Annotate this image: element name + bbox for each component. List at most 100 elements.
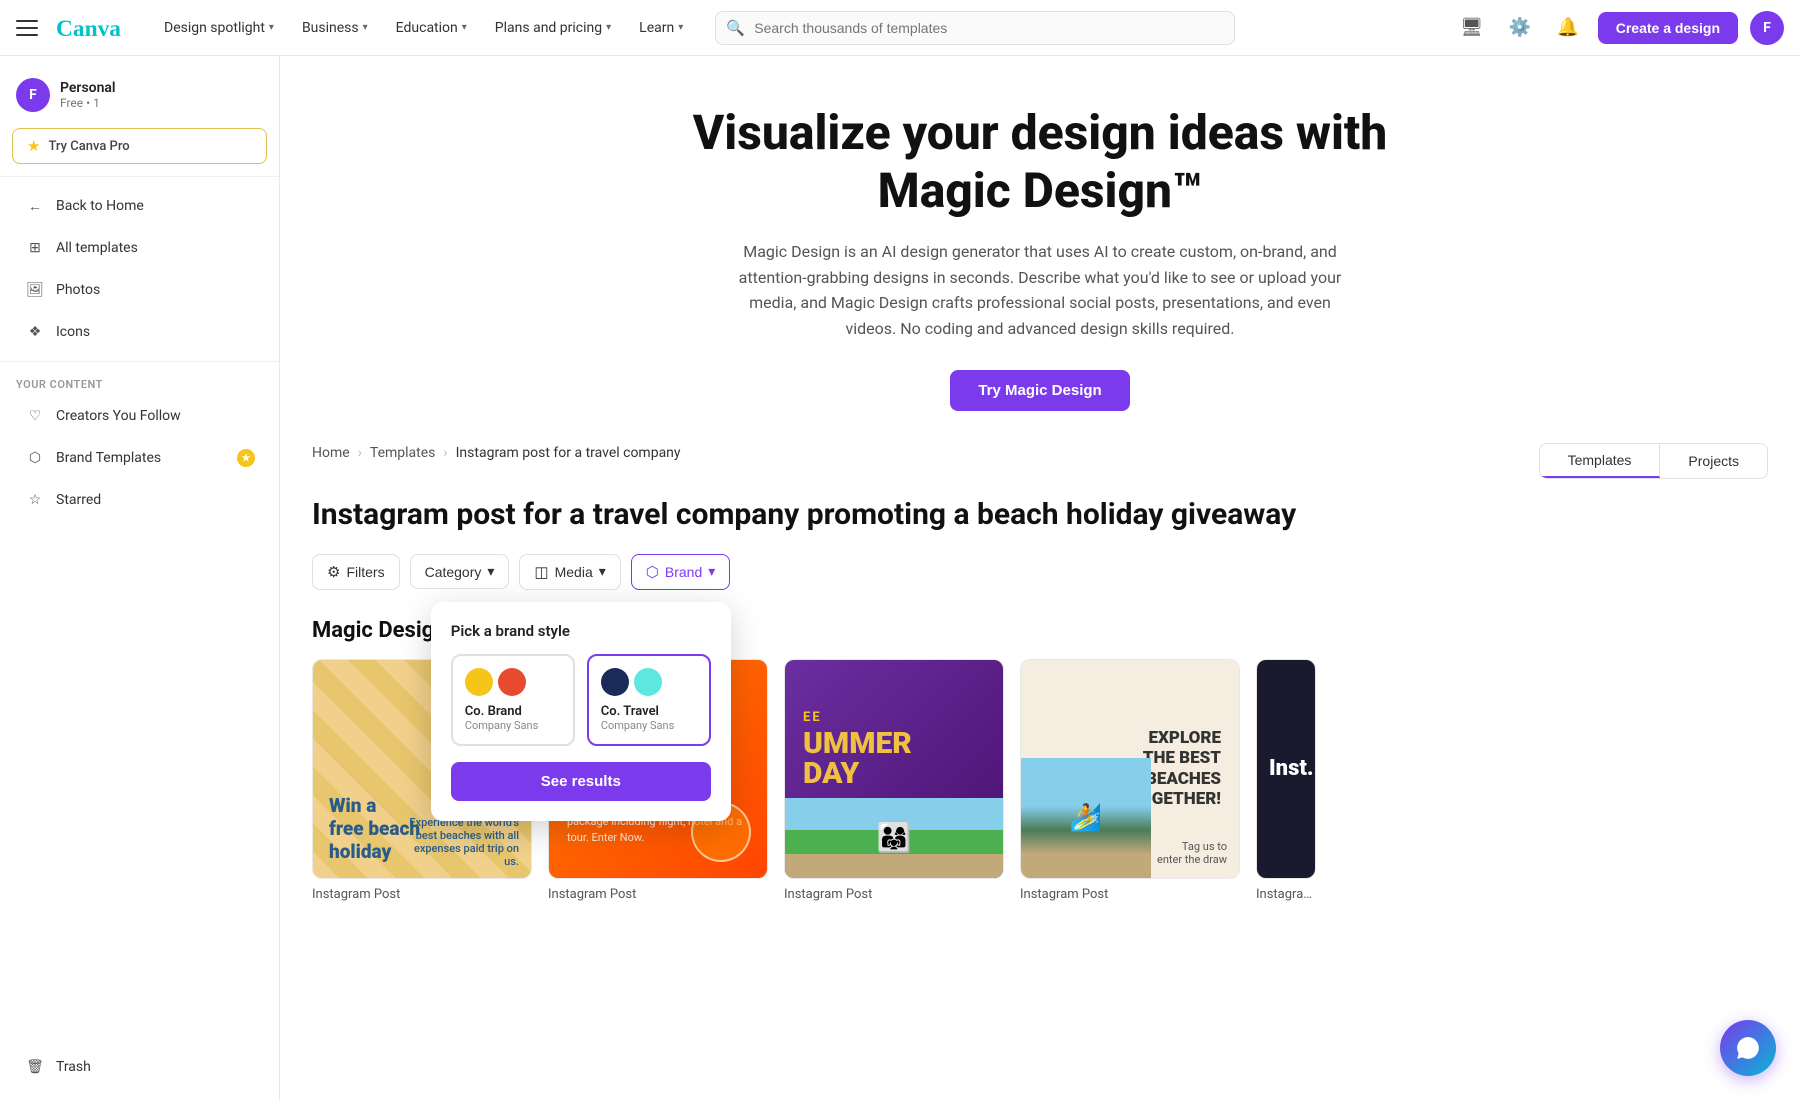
brand-option-cotravel[interactable]: Co. Travel Company Sans	[587, 654, 711, 746]
chevron-down-icon: ▾	[678, 22, 683, 33]
swatch-navy	[601, 668, 629, 696]
canva-logo[interactable]: Canva	[56, 14, 128, 42]
star-icon: ☆	[24, 489, 46, 511]
monitor-icon-btn[interactable]: 🖥	[1454, 10, 1490, 46]
template-card-3[interactable]: EE UMMERDAY EXPERIENCE THE PERFECT SUMME…	[784, 659, 1004, 902]
nav-education[interactable]: Education ▾	[384, 14, 479, 42]
template-card-label-1: Instagram Post	[312, 887, 532, 902]
sidebar-label-all-templates: All templates	[56, 240, 138, 256]
nav-plans[interactable]: Plans and pricing ▾	[483, 14, 623, 42]
brand-filter-icon: ⬡	[646, 563, 659, 581]
sidebar-label-brand-templates: Brand Templates	[56, 450, 161, 466]
template-card-img-3: EE UMMERDAY EXPERIENCE THE PERFECT SUMME…	[784, 659, 1004, 879]
sidebar-user-info: Personal Free • 1	[60, 80, 116, 110]
brand-option-cotravel-font: Company Sans	[601, 719, 697, 732]
try-canva-pro-button[interactable]: ★ Try Canva Pro	[12, 128, 267, 164]
nav-business[interactable]: Business ▾	[290, 14, 380, 42]
template-card-label-2: Instagram Post	[548, 887, 768, 902]
template-card-label-5: Instagram Post	[1256, 887, 1316, 902]
sidebar-item-icons[interactable]: ❖ Icons	[8, 312, 271, 352]
breadcrumb-sep-2: ›	[443, 445, 447, 461]
photo-icon: 🖼	[24, 279, 46, 301]
nav-learn[interactable]: Learn ▾	[627, 14, 695, 42]
chevron-down-icon: ▾	[708, 563, 715, 580]
template-card-img-5: Inst...	[1256, 659, 1316, 879]
media-button[interactable]: ◫ Media ▾	[519, 554, 620, 590]
sidebar-item-back-home[interactable]: ← Back to Home	[8, 186, 271, 226]
filter-bar: ⚙ Filters Category ▾ ◫ Media ▾ ⬡ Brand	[312, 554, 1768, 590]
chevron-down-icon: ▾	[462, 22, 467, 33]
template-card-img-4: EXPLORETHE BESTBEACHESTOGETHER! Tag us t…	[1020, 659, 1240, 879]
breadcrumb-sep-1: ›	[358, 445, 362, 461]
sidebar-item-all-templates[interactable]: ⊞ All templates	[8, 228, 271, 268]
brand-icon: ⬡	[24, 447, 46, 469]
template-card-4[interactable]: EXPLORETHE BESTBEACHESTOGETHER! Tag us t…	[1020, 659, 1240, 902]
sidebar-item-brand-templates[interactable]: ⬡ Brand Templates ★	[8, 438, 271, 478]
brand-option-cotravel-name: Co. Travel	[601, 704, 697, 719]
sidebar-label-starred: Starred	[56, 492, 101, 508]
breadcrumb-home[interactable]: Home	[312, 445, 350, 461]
hamburger-menu[interactable]	[16, 14, 44, 42]
avatar[interactable]: F	[1750, 11, 1784, 45]
breadcrumb-current: Instagram post for a travel company	[456, 445, 681, 461]
sidebar-item-starred[interactable]: ☆ Starred	[8, 480, 271, 520]
media-icon: ◫	[534, 563, 548, 581]
nav-links: Design spotlight ▾ Business ▾ Education …	[152, 14, 695, 42]
template-card-5[interactable]: Inst... Instagram Post	[1256, 659, 1316, 902]
category-button[interactable]: Category ▾	[410, 554, 510, 589]
brand-dropdown: Pick a brand style Co. Brand Company San…	[431, 602, 731, 821]
swatch-red	[498, 668, 526, 696]
try-magic-design-button[interactable]: Try Magic Design	[950, 370, 1129, 411]
hero-description: Magic Design is an AI design generator t…	[730, 239, 1350, 341]
heart-icon: ♡	[24, 405, 46, 427]
sidebar-label-back: Back to Home	[56, 198, 144, 214]
chevron-down-icon: ▾	[599, 563, 606, 580]
sidebar-label-trash: Trash	[56, 1059, 91, 1075]
templates-area: Home › Templates › Instagram post for a …	[280, 443, 1800, 934]
tab-templates[interactable]: Templates	[1540, 444, 1661, 478]
sidebar-avatar: F	[16, 78, 50, 112]
top-nav: Canva Design spotlight ▾ Business ▾ Educ…	[0, 0, 1800, 56]
swatch-teal	[634, 668, 662, 696]
hero-section: Visualize your design ideas with Magic D…	[280, 56, 1800, 443]
breadcrumb-templates[interactable]: Templates	[370, 445, 436, 461]
template-card-label-3: Instagram Post	[784, 887, 1004, 902]
sidebar-divider-2	[0, 361, 279, 362]
brand-swatches-cobrand	[465, 668, 561, 696]
chevron-down-icon: ▾	[606, 22, 611, 33]
tab-projects[interactable]: Projects	[1660, 444, 1767, 478]
brand-templates-badge: ★	[237, 449, 255, 467]
tab-group: Templates Projects	[1539, 443, 1768, 479]
svg-text:Canva: Canva	[56, 16, 121, 42]
sidebar-item-photos[interactable]: 🖼 Photos	[8, 270, 271, 310]
filters-button[interactable]: ⚙ Filters	[312, 554, 400, 590]
settings-icon-btn[interactable]: ⚙️	[1502, 10, 1538, 46]
app-body: F Personal Free • 1 ★ Try Canva Pro ← Ba…	[0, 56, 1800, 1100]
try-pro-label: Try Canva Pro	[48, 139, 129, 154]
sidebar-item-trash[interactable]: 🗑 Trash	[8, 1047, 271, 1087]
brand-dropdown-wrap: ⬡ Brand ▾ Pick a brand style	[631, 554, 731, 590]
template-card-label-4: Instagram Post	[1020, 887, 1240, 902]
brand-filter-button[interactable]: ⬡ Brand ▾	[631, 554, 731, 590]
brand-option-cobrand[interactable]: Co. Brand Company Sans	[451, 654, 575, 746]
chevron-down-icon: ▾	[487, 563, 494, 580]
filter-icon: ⚙	[327, 563, 340, 581]
arrow-left-icon: ←	[24, 195, 46, 217]
see-results-button[interactable]: See results	[451, 762, 711, 801]
sidebar-label-icons: Icons	[56, 324, 90, 340]
create-design-button[interactable]: Create a design	[1598, 12, 1738, 44]
brand-swatches-cotravel	[601, 668, 697, 696]
sidebar: F Personal Free • 1 ★ Try Canva Pro ← Ba…	[0, 56, 280, 1100]
hero-title: Visualize your design ideas with Magic D…	[320, 104, 1760, 219]
main-content: Visualize your design ideas with Magic D…	[280, 56, 1800, 1100]
sidebar-user-name: Personal	[60, 80, 116, 96]
sidebar-label-creators: Creators You Follow	[56, 408, 181, 424]
chat-widget[interactable]	[1720, 1020, 1776, 1076]
nav-design-spotlight[interactable]: Design spotlight ▾	[152, 14, 286, 42]
bell-icon-btn[interactable]: 🔔	[1550, 10, 1586, 46]
sidebar-item-creators[interactable]: ♡ Creators You Follow	[8, 396, 271, 436]
search-input[interactable]	[715, 11, 1235, 45]
brand-dropdown-title: Pick a brand style	[451, 622, 711, 640]
chevron-down-icon: ▾	[363, 22, 368, 33]
breadcrumb: Home › Templates › Instagram post for a …	[312, 445, 681, 461]
